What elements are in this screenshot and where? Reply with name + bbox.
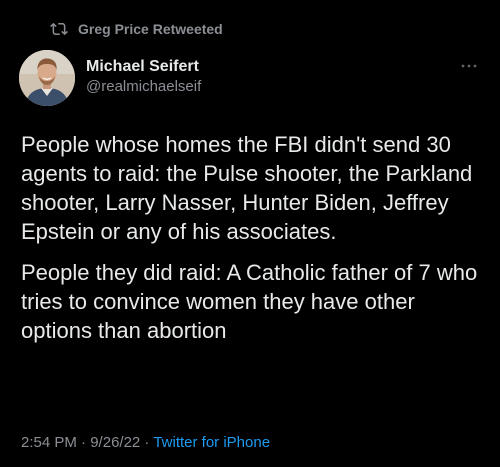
retweet-label: Greg Price Retweeted <box>78 21 223 37</box>
tweet-meta: 2:54 PM · 9/26/22 · Twitter for iPhone <box>21 433 270 453</box>
tweet-time[interactable]: 2:54 PM <box>21 434 77 451</box>
retweet-icon <box>50 20 68 38</box>
tweet: Greg Price Retweeted Michael Seifert @re… <box>0 0 500 467</box>
tweet-paragraph: People whose homes the FBI didn't send 3… <box>21 132 473 244</box>
retweet-context[interactable]: Greg Price Retweeted <box>50 19 223 39</box>
tweet-paragraph: People they did raid: A Catholic father … <box>21 260 478 343</box>
author-block: Michael Seifert @realmichaelseif <box>86 57 201 97</box>
avatar[interactable] <box>19 50 75 106</box>
author-handle[interactable]: @realmichaelseif <box>86 77 201 97</box>
tweet-date[interactable]: 9/26/22 <box>90 434 140 451</box>
tweet-source[interactable]: Twitter for iPhone <box>153 434 270 451</box>
meta-separator: · <box>140 434 154 451</box>
author-name[interactable]: Michael Seifert <box>86 57 201 77</box>
meta-separator: · <box>76 434 91 451</box>
tweet-text: People whose homes the FBI didn't send 3… <box>21 130 486 357</box>
more-options-icon[interactable] <box>460 57 478 73</box>
